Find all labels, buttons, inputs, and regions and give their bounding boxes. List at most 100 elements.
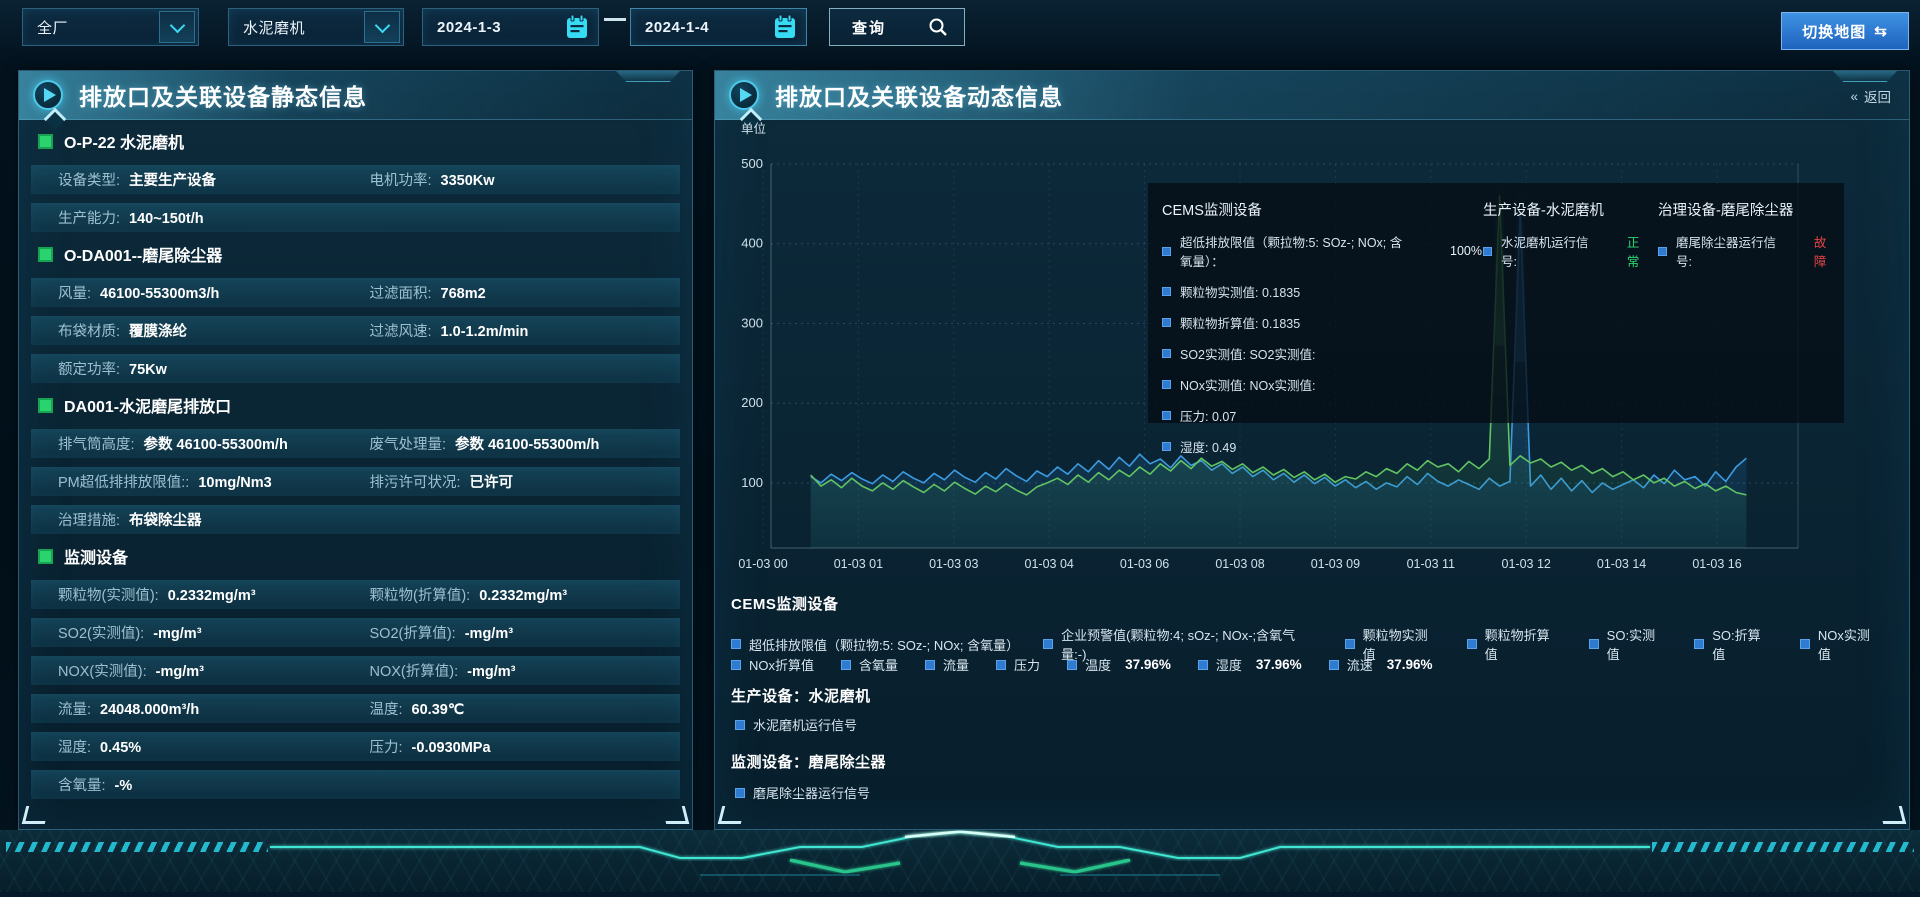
static-info-panel-header: 排放口及关联设备静态信息 [19,71,692,120]
prod-signal-item[interactable]: 水泥磨机运行信号 [735,715,857,734]
corner-bracket [662,806,689,824]
legend-item[interactable]: 超低排放限值（颗拉物:5: SOz-; NOx; 含氧量） [731,635,1016,654]
dynamic-info-panel: 排放口及关联设备动态信息 « 返回 10020030040050001-03 0… [714,70,1910,830]
monitor-signal-item[interactable]: 磨尾除尘器运行信号 [735,783,870,802]
tooltip-prod-title: 生产设备-水泥磨机 [1483,199,1651,220]
plant-select[interactable]: 全厂 [22,8,199,46]
plant-select-value: 全厂 [23,17,68,38]
field-value: -mg/m³ [156,664,204,680]
legend-item[interactable]: 湿度37.96% [1198,655,1302,674]
chart-tooltip: CEMS监测设备 超低排放限值（颗拉物:5: SOz-; NOx; 含氧量）：1… [1148,183,1844,423]
svg-text:01-03 16: 01-03 16 [1692,557,1741,571]
field-value: 75Kw [129,362,167,378]
switch-arrows-icon: ⇆ [1874,22,1888,40]
date-end-value: 2024-1-4 [631,19,709,36]
field-value: -mg/m³ [467,664,515,680]
svg-text:01-03 08: 01-03 08 [1215,557,1264,571]
monitor-signal-label: 磨尾除尘器运行信号 [753,783,870,802]
tooltip-item: 压力: 0.07 [1162,406,1482,425]
prod-block-title: 生产设备：水泥磨机 [731,685,871,706]
tooltip-item: SO2实测值: SO2实测值: [1162,344,1482,363]
field-label: 过滤面积: [370,282,432,303]
legend-bullet-icon [731,639,741,649]
legend-bullet-icon [1483,247,1492,256]
switch-map-button[interactable]: 切换地图 ⇆ [1781,12,1909,50]
legend-bullet-icon [996,660,1006,670]
legend-item[interactable]: 温度37.96% [1067,655,1171,674]
field-label: 额定功率: [58,358,120,379]
svg-text:200: 200 [741,395,763,410]
calendar-icon[interactable] [770,12,800,42]
legend-bullet-icon [1467,639,1477,649]
green-square-icon [38,549,53,564]
field-value: 24048.000m³/h [100,702,199,718]
svg-text:300: 300 [741,315,763,330]
footer-decoration [0,830,1920,892]
chevron-down-icon[interactable] [159,11,195,43]
field-value: 0.2332mg/m³ [168,588,256,604]
legend-item[interactable]: SO:实测值 [1589,625,1668,663]
svg-text:01-03 04: 01-03 04 [1025,557,1074,571]
status-fault: 故障 [1814,232,1838,270]
field-value: 1.0-1.2m/min [441,324,529,340]
svg-text:单位: 单位 [741,121,766,136]
legend-bullet-icon [841,660,851,670]
field-value: 布袋除尘器 [129,509,202,530]
date-start-input[interactable]: 2024-1-3 [422,8,599,46]
field-label: 流量: [58,698,91,719]
date-end-input[interactable]: 2024-1-4 [630,8,807,46]
field-value: 46100-55300m3/h [100,286,219,302]
legend-item[interactable]: NOx实测值 [1800,625,1882,663]
legend-row-2: NOx折算值 含氧量 流量 压力 温度37.96% 湿度37.96% 流速37.96% [731,655,1460,674]
legend-cems-title: CEMS监测设备 [731,593,838,614]
field-label: 风量: [58,282,91,303]
tooltip-prod-column: 生产设备-水泥磨机 水泥磨机运行信号: 正常 [1483,199,1651,270]
legend-bullet-icon [1198,660,1208,670]
field-value: -% [115,778,133,794]
back-link[interactable]: « 返回 [1850,86,1891,106]
field-label: PM超低排排放限值:: [58,471,189,492]
legend-item[interactable]: 流速37.96% [1329,655,1433,674]
legend-item[interactable]: NOx折算值 [731,655,814,674]
tooltip-item: NOx实测值: NOx实测值: [1162,375,1482,394]
field-label: 电机功率: [370,169,432,190]
calendar-icon[interactable] [562,12,592,42]
field-label: 湿度: [58,736,91,757]
dynamic-info-panel-header: 排放口及关联设备动态信息 « 返回 [715,71,1909,120]
tooltip-cems-column: CEMS监测设备 超低排放限值（颗拉物:5: SOz-; NOx; 含氧量）：1… [1162,199,1482,456]
tooltip-treat-column: 治理设备-磨尾除尘器 磨尾除尘器运行信号: 故障 [1658,199,1838,270]
field-label: 生产能力: [58,207,120,228]
svg-text:01-03 14: 01-03 14 [1597,557,1646,571]
tooltip-item: 湿度: 0.49 [1162,437,1482,456]
date-start-value: 2024-1-3 [423,19,501,36]
chevron-down-icon[interactable] [364,11,400,43]
field-label: 含氧量: [58,774,106,795]
date-range-separator [604,18,626,21]
legend-item[interactable]: 压力 [996,655,1040,674]
field-value: 768m2 [441,286,486,302]
field-value: 3350Kw [441,173,495,189]
query-button[interactable]: 查询 [829,8,965,46]
field-value: -mg/m³ [153,626,201,642]
section-row: DA001-水泥磨尾排放口 [31,390,680,420]
svg-text:01-03 12: 01-03 12 [1502,557,1551,571]
legend-item[interactable]: 颗粒物折算值 [1467,625,1562,663]
legend-bullet-icon [1162,247,1171,256]
field-value: 主要生产设备 [129,169,216,190]
legend-item[interactable]: 含氧量 [841,655,898,674]
legend-bullet-icon [731,660,741,670]
data-row: 生产能力: 140~150t/h [31,203,680,232]
field-label: 治理措施: [58,509,120,530]
field-value: -mg/m³ [465,626,513,642]
section-title: O-P-22 水泥磨机 [64,129,184,153]
back-arrow-icon: « [1850,89,1858,104]
data-row: 颗粒物(实测值):0.2332mg/m³颗粒物(折算值):0.2332mg/m³ [31,580,680,609]
static-info-rows: O-P-22 水泥磨机设备类型:主要生产设备电机功率:3350Kw生产能力:14… [19,119,692,799]
device-select[interactable]: 水泥磨机 [228,8,404,46]
svg-text:01-03 01: 01-03 01 [834,557,883,571]
monitor-block-title: 监测设备：磨尾除尘器 [731,751,886,772]
legend-item[interactable]: 流量 [925,655,969,674]
data-row: 湿度:0.45%压力:-0.0930MPa [31,732,680,761]
legend-item[interactable]: SO:折算值 [1694,625,1773,663]
field-value: 140~150t/h [129,211,204,227]
